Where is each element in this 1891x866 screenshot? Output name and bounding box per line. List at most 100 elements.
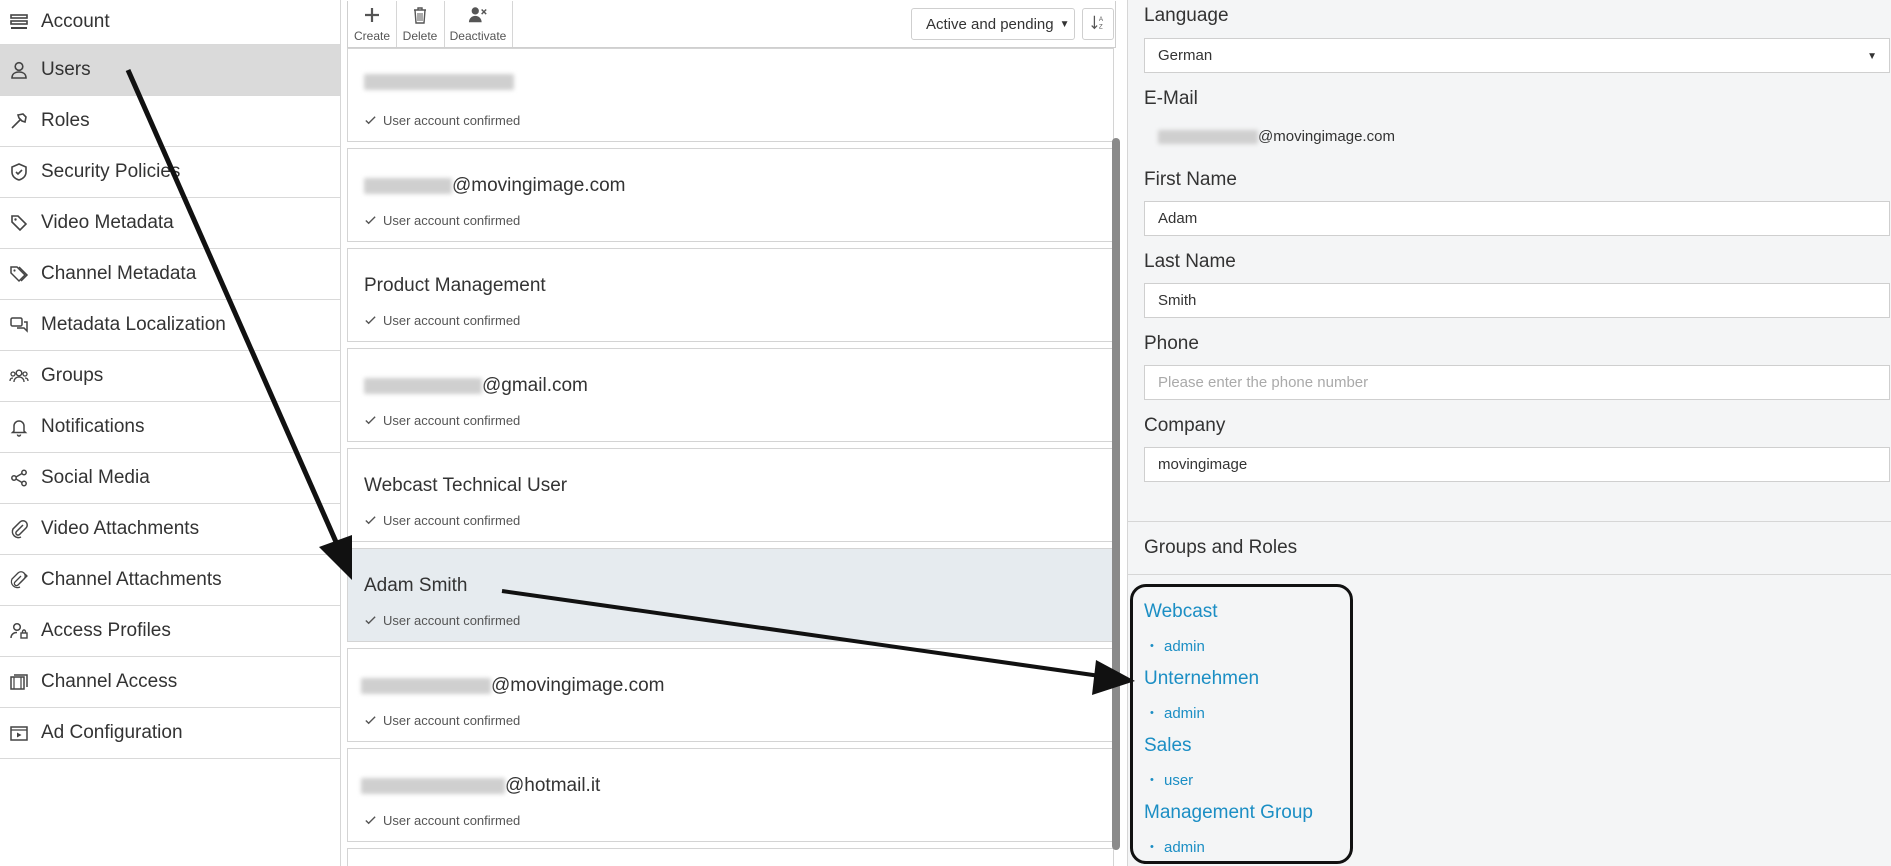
sidebar-item-label: Ad Configuration [41, 722, 183, 743]
sidebar-item-access-profiles[interactable]: Access Profiles [0, 606, 340, 657]
sort-az-icon: AZ [1089, 13, 1107, 36]
user-name: @hotmail.it [361, 775, 600, 797]
sort-button[interactable]: AZ [1082, 8, 1114, 40]
first-name-label: First Name [1144, 169, 1237, 190]
sidebar-item-label: Social Media [41, 467, 150, 488]
sidebar-item-ad-configuration[interactable]: Ad Configuration [0, 708, 340, 759]
first-name-input[interactable]: Adam [1144, 201, 1890, 236]
role-link[interactable]: admin [1150, 705, 1205, 722]
redacted-text [1158, 129, 1258, 144]
play-box-icon [8, 722, 30, 744]
sidebar-item-social-media[interactable]: Social Media [0, 453, 340, 504]
sidebar-item-label: Metadata Localization [41, 314, 226, 335]
sidebar-item-channel-attachments[interactable]: Channel Attachments [0, 555, 340, 606]
delete-button[interactable]: Delete [396, 1, 445, 47]
language-value: German [1158, 47, 1213, 64]
sidebar-item-account[interactable]: Account [0, 0, 340, 45]
groups-roles-header: Groups and Roles [1128, 521, 1891, 575]
role-link[interactable]: admin [1150, 638, 1205, 655]
paperclip-icon [8, 518, 30, 540]
user-name: Product Management [364, 275, 546, 296]
status-filter-value: Active and pending [926, 15, 1054, 33]
sidebar: Account Users Roles Security Policies Vi… [0, 0, 341, 866]
check-icon [365, 816, 376, 825]
shield-icon [8, 161, 30, 183]
list-scrollbar[interactable] [1112, 138, 1120, 850]
hammer-icon [8, 110, 30, 132]
sidebar-item-label: Channel Access [41, 671, 178, 692]
double-paperclip-icon [8, 569, 30, 591]
user-card[interactable]: @gmail.com User account confirmed [347, 348, 1114, 442]
user-card-selected[interactable]: Adam Smith User account confirmed [347, 548, 1114, 642]
sidebar-item-users[interactable]: Users [0, 45, 340, 96]
tag-icon [8, 212, 30, 234]
sidebar-item-channel-metadata[interactable]: Channel Metadata [0, 249, 340, 300]
company-label: Company [1144, 415, 1226, 436]
sidebar-item-metadata-localization[interactable]: Metadata Localization [0, 300, 340, 351]
delete-label: Delete [402, 29, 438, 43]
user-x-icon [468, 5, 488, 29]
last-name-input[interactable]: Smith [1144, 283, 1890, 318]
status-filter-select[interactable]: Active and pending ▼ [911, 8, 1075, 40]
user-status: User account confirmed [364, 113, 520, 128]
sidebar-item-label: Channel Attachments [41, 569, 222, 590]
user-card[interactable]: @hotmail.it User account confirmed [347, 748, 1114, 842]
caret-down-icon: ▼ [1867, 51, 1877, 62]
user-lock-icon [8, 620, 30, 642]
user-name: @movingimage.com [361, 675, 664, 697]
user-card[interactable]: User account confirmed [347, 48, 1114, 142]
chat-icon [8, 314, 30, 336]
sidebar-item-security-policies[interactable]: Security Policies [0, 147, 340, 198]
user-detail-panel: Language German ▼ E-Mail @movingimage.co… [1127, 0, 1891, 866]
phone-label: Phone [1144, 333, 1199, 354]
group-link-unternehmen[interactable]: Unternehmen [1144, 668, 1259, 690]
redacted-text [361, 677, 491, 694]
redacted-text [364, 177, 452, 194]
film-stack-icon [8, 671, 30, 693]
user-icon [8, 59, 30, 81]
role-link[interactable]: user [1150, 772, 1193, 789]
deactivate-label: Deactivate [449, 29, 507, 43]
user-card[interactable] [347, 848, 1114, 866]
user-card[interactable]: Webcast Technical User User account conf… [347, 448, 1114, 542]
sidebar-item-channel-access[interactable]: Channel Access [0, 657, 340, 708]
last-name-label: Last Name [1144, 251, 1236, 272]
deactivate-button[interactable]: Deactivate [444, 1, 513, 47]
sidebar-item-label: Video Metadata [41, 212, 174, 233]
sidebar-item-video-metadata[interactable]: Video Metadata [0, 198, 340, 249]
user-card[interactable]: @movingimage.com User account confirmed [347, 148, 1114, 242]
user-card[interactable]: @movingimage.com User account confirmed [347, 648, 1114, 742]
sidebar-item-label: Video Attachments [41, 518, 200, 539]
role-link[interactable]: admin [1150, 839, 1205, 856]
sidebar-item-groups[interactable]: Groups [0, 351, 340, 402]
user-card[interactable]: Product Management User account confirme… [347, 248, 1114, 342]
svg-text:A: A [1099, 16, 1104, 23]
sidebar-item-notifications[interactable]: Notifications [0, 402, 340, 453]
sidebar-item-label: Roles [41, 110, 90, 131]
create-label: Create [353, 29, 391, 43]
group-icon [8, 365, 30, 387]
user-status: User account confirmed [364, 713, 520, 728]
check-icon [365, 616, 376, 625]
group-link-webcast[interactable]: Webcast [1144, 601, 1218, 623]
group-link-management-group[interactable]: Management Group [1144, 802, 1313, 824]
user-name: @movingimage.com [364, 175, 625, 197]
user-name [364, 71, 514, 93]
share-icon [8, 467, 30, 489]
check-icon [365, 316, 376, 325]
sidebar-item-label: Users [41, 59, 91, 80]
trash-icon [410, 5, 430, 29]
email-label: E-Mail [1144, 88, 1198, 109]
company-input[interactable]: movingimage [1144, 447, 1890, 482]
sidebar-item-label: Security Policies [41, 161, 181, 182]
sidebar-item-roles[interactable]: Roles [0, 96, 340, 147]
tags-icon [8, 263, 30, 285]
redacted-text [361, 777, 505, 794]
create-button[interactable]: Create [348, 1, 397, 47]
phone-input[interactable]: Please enter the phone number [1144, 365, 1890, 400]
language-select[interactable]: German ▼ [1144, 38, 1890, 73]
sidebar-item-video-attachments[interactable]: Video Attachments [0, 504, 340, 555]
svg-text:Z: Z [1099, 23, 1103, 30]
check-icon [365, 716, 376, 725]
group-link-sales[interactable]: Sales [1144, 735, 1192, 757]
